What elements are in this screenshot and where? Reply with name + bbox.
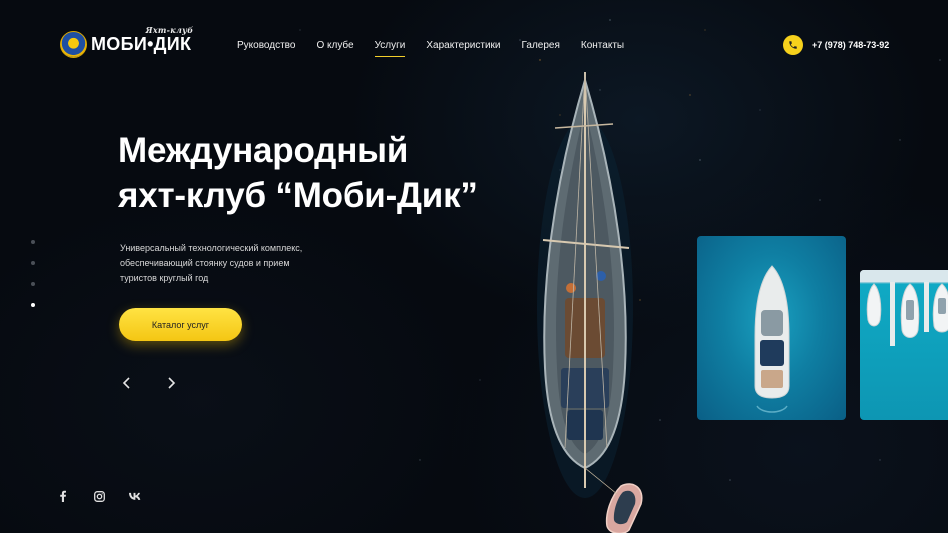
phone-icon[interactable] (783, 35, 803, 55)
slider-dot-2[interactable] (31, 261, 35, 265)
yacht-image (505, 68, 675, 533)
subtitle-line-2: обеспечивающий стоянку судов и прием (120, 258, 290, 268)
slider-dot-4[interactable] (31, 303, 35, 307)
logo-emblem-icon (60, 31, 87, 58)
catalog-button[interactable]: Каталог услуг (119, 308, 242, 341)
subtitle-line-1: Универсальный технологический комплекс, (120, 243, 303, 253)
logo-name: МОБИ•ДИК Яхт-клуб (91, 25, 194, 54)
chevron-right-icon[interactable] (164, 376, 178, 390)
title-line-2: яхт-клуб “Моби-Дик” (118, 176, 478, 215)
nav-item-contacts[interactable]: Контакты (581, 40, 624, 51)
gallery-card-marina[interactable] (860, 270, 948, 420)
hero-subtitle: Универсальный технологический комплекс, … (120, 241, 320, 286)
logo[interactable]: МОБИ•ДИК Яхт-клуб (60, 25, 194, 58)
nav-item-services[interactable]: Услуги (374, 40, 405, 57)
subtitle-line-3: туристов круглый год (120, 273, 209, 283)
nav-item-management[interactable]: Руководство (237, 40, 295, 51)
nav-item-gallery[interactable]: Галерея (522, 40, 560, 51)
slider-dot-3[interactable] (31, 282, 35, 286)
page-title: Международный яхт-клуб “Моби-Дик” (118, 128, 478, 218)
facebook-icon[interactable] (57, 490, 69, 502)
slider-dot-1[interactable] (31, 240, 35, 244)
chevron-left-icon[interactable] (120, 376, 134, 390)
gallery-card-yacht[interactable] (697, 236, 846, 420)
hero-section: МОБИ•ДИК Яхт-клуб Руководство О клубе Ус… (0, 0, 948, 533)
main-nav: Руководство О клубе Услуги Характеристик… (237, 40, 624, 57)
nav-item-about[interactable]: О клубе (316, 40, 353, 51)
instagram-icon[interactable] (93, 490, 105, 502)
phone-number[interactable]: +7 (978) 748-73-92 (812, 40, 889, 50)
logo-tagline: Яхт-клуб (145, 25, 194, 35)
title-line-1: Международный (118, 131, 409, 170)
nav-item-specs[interactable]: Характеристики (426, 40, 500, 51)
phone-contact[interactable]: +7 (978) 748-73-92 (783, 35, 889, 55)
slider-pagination (31, 240, 35, 307)
social-links (57, 490, 141, 502)
vk-icon[interactable] (129, 490, 141, 502)
